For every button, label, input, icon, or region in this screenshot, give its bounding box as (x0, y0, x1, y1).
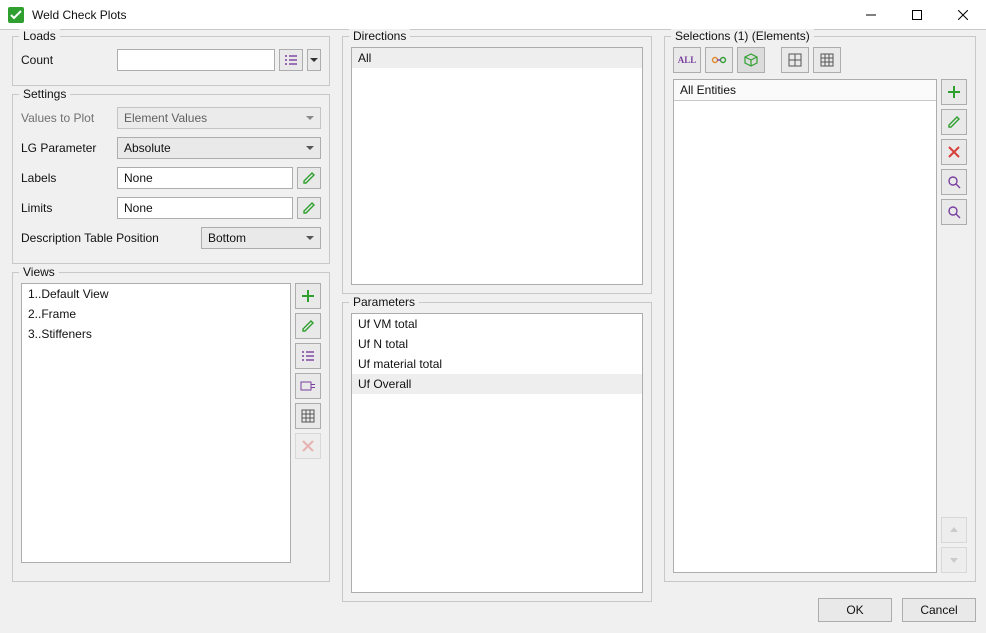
limits-select[interactable]: None (117, 197, 293, 219)
parameters-list[interactable]: Uf VM totalUf N totalUf material totalUf… (351, 313, 643, 593)
views-edit-button[interactable] (295, 313, 321, 339)
selections-legend: Selections (1) (Elements) (671, 29, 814, 43)
selections-list[interactable]: All Entities (673, 79, 937, 573)
directions-group: Directions All (342, 36, 652, 294)
values-to-plot-label: Values to Plot (21, 111, 117, 125)
settings-group: Settings Values to Plot Element Values L… (12, 94, 330, 264)
title-bar: Weld Check Plots (0, 0, 986, 30)
desc-pos-value: Bottom (208, 231, 246, 245)
lg-parameter-value: Absolute (124, 141, 171, 155)
list-item[interactable]: Uf material total (352, 354, 642, 374)
cancel-button-label: Cancel (920, 603, 957, 617)
selections-list-header: All Entities (674, 80, 936, 101)
sel-all-button[interactable]: ALL (673, 47, 701, 73)
all-icon-label: ALL (678, 55, 697, 65)
ok-button[interactable]: OK (818, 598, 892, 622)
views-group: Views 1..Default View2..Frame3..Stiffene… (12, 272, 330, 582)
sel-grid4-button[interactable] (781, 47, 809, 73)
labels-select[interactable]: None (117, 167, 293, 189)
window-close-button[interactable] (940, 0, 986, 30)
parameters-legend: Parameters (349, 295, 419, 309)
window-minimize-button[interactable] (848, 0, 894, 30)
count-list-button[interactable] (279, 49, 303, 71)
ok-button-label: OK (846, 603, 863, 617)
window-maximize-button[interactable] (894, 0, 940, 30)
window-title: Weld Check Plots (32, 8, 848, 22)
sel-linked-button[interactable] (705, 47, 733, 73)
directions-legend: Directions (349, 29, 410, 43)
selections-group: Selections (1) (Elements) ALL (664, 36, 976, 582)
limits-label: Limits (21, 201, 117, 215)
cancel-button[interactable]: Cancel (902, 598, 976, 622)
lg-parameter-label: LG Parameter (21, 141, 117, 155)
desc-pos-label: Description Table Position (21, 231, 201, 245)
chevron-down-icon (306, 146, 314, 150)
count-field[interactable] (117, 49, 275, 71)
views-rename-button[interactable] (295, 373, 321, 399)
settings-legend: Settings (19, 87, 70, 101)
sel-add-button[interactable] (941, 79, 967, 105)
count-dropdown-button[interactable] (307, 49, 321, 71)
sel-zoom2-button[interactable] (941, 199, 967, 225)
limits-edit-button[interactable] (297, 197, 321, 219)
views-list-button[interactable] (295, 343, 321, 369)
list-item[interactable]: All (352, 48, 642, 68)
desc-pos-select[interactable]: Bottom (201, 227, 321, 249)
values-to-plot-select[interactable]: Element Values (117, 107, 321, 129)
limits-value: None (124, 201, 153, 215)
views-list[interactable]: 1..Default View2..Frame3..Stiffeners (21, 283, 291, 563)
labels-edit-button[interactable] (297, 167, 321, 189)
list-item[interactable]: 1..Default View (22, 284, 290, 304)
sel-zoom-button[interactable] (941, 169, 967, 195)
sel-delete-button[interactable] (941, 139, 967, 165)
app-checkmark-icon (8, 7, 24, 23)
list-item[interactable]: 3..Stiffeners (22, 324, 290, 344)
views-table-button[interactable] (295, 403, 321, 429)
labels-value: None (124, 171, 153, 185)
sel-edit-button[interactable] (941, 109, 967, 135)
chevron-down-icon (306, 236, 314, 240)
list-item[interactable]: Uf N total (352, 334, 642, 354)
chevron-down-icon (306, 116, 314, 120)
count-label: Count (21, 53, 117, 67)
labels-label: Labels (21, 171, 117, 185)
loads-group: Loads Count (12, 36, 330, 86)
views-delete-button[interactable] (295, 433, 321, 459)
directions-list[interactable]: All (351, 47, 643, 285)
list-item[interactable]: Uf Overall (352, 374, 642, 394)
list-item[interactable]: Uf VM total (352, 314, 642, 334)
views-legend: Views (19, 265, 59, 279)
list-item[interactable]: 2..Frame (22, 304, 290, 324)
sel-move-up-button[interactable] (941, 517, 967, 543)
values-to-plot-value: Element Values (124, 111, 207, 125)
sel-move-down-button[interactable] (941, 547, 967, 573)
lg-parameter-select[interactable]: Absolute (117, 137, 321, 159)
sel-cube-button[interactable] (737, 47, 765, 73)
sel-grid9-button[interactable] (813, 47, 841, 73)
parameters-group: Parameters Uf VM totalUf N totalUf mater… (342, 302, 652, 602)
loads-legend: Loads (19, 29, 60, 43)
views-add-button[interactable] (295, 283, 321, 309)
